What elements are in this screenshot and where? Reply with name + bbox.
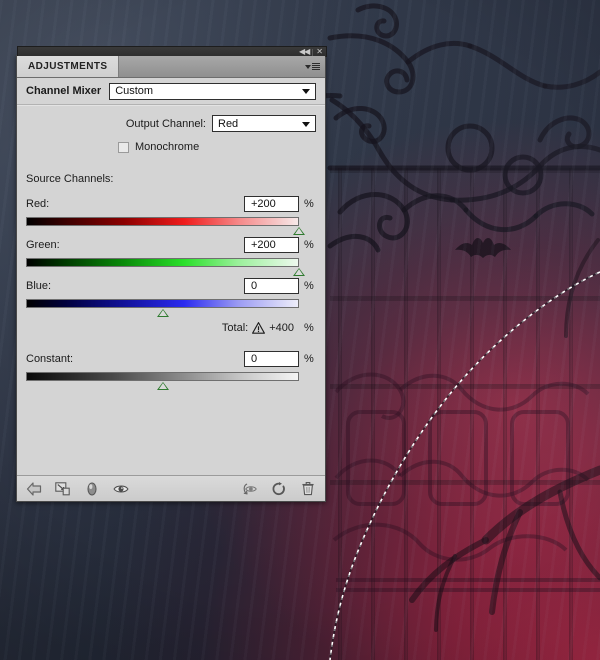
clip-to-layer-icon[interactable] (55, 481, 71, 497)
constant-unit: % (304, 353, 314, 365)
chevron-down-icon (305, 64, 311, 69)
total-row: Total: +400 % (26, 322, 316, 334)
channel-green-slider-thumb[interactable] (292, 268, 305, 277)
warning-triangle-icon (252, 322, 266, 334)
tab-adjustments-label: ADJUSTMENTS (28, 61, 108, 72)
channel-blue: Blue: 0 % (26, 278, 316, 317)
chevron-down-icon (302, 89, 310, 94)
chevron-down-icon (302, 121, 310, 127)
channel-green: Green: +200 % (26, 237, 316, 276)
channel-blue-input[interactable]: 0 (244, 278, 299, 294)
delete-adjustment-icon[interactable] (300, 481, 316, 497)
source-channels-label: Source Channels: (26, 173, 114, 185)
output-channel-label: Output Channel: (125, 117, 206, 130)
total-label: Total: (221, 322, 249, 334)
preset-row: Channel Mixer Custom (17, 78, 325, 105)
channel-blue-unit: % (304, 280, 314, 292)
constant-channel: Constant: 0 % (26, 351, 316, 390)
view-previous-state-icon[interactable] (242, 481, 258, 497)
constant-label: Constant: (26, 353, 74, 365)
monochrome-checkbox[interactable] (118, 141, 129, 153)
channel-green-input[interactable]: +200 (244, 237, 299, 253)
constant-slider-track[interactable] (26, 372, 299, 390)
channel-blue-value: 0 (251, 280, 258, 292)
adjustment-title: Channel Mixer (26, 85, 102, 97)
constant-input[interactable]: 0 (244, 351, 299, 367)
titlebar-divider (312, 48, 314, 56)
constant-slider-thumb[interactable] (157, 382, 170, 391)
total-value: +400 (269, 322, 294, 334)
tab-adjustments[interactable]: ADJUSTMENTS (17, 56, 120, 77)
panel-footer-toolbar (17, 475, 325, 501)
channel-green-unit: % (304, 239, 314, 251)
toggle-mask-icon[interactable] (84, 481, 100, 497)
channel-green-value: +200 (251, 239, 276, 251)
channel-red-slider-track[interactable] (26, 217, 305, 235)
return-to-adjustment-list-icon[interactable] (26, 481, 42, 497)
panel-tabstrip: ADJUSTMENTS (17, 56, 325, 78)
preset-select[interactable]: Custom (109, 82, 316, 100)
output-channel-value: Red (218, 117, 239, 130)
output-channel-row: Output Channel: Red (26, 115, 316, 132)
output-channel-select[interactable]: Red (212, 115, 316, 132)
channel-red-value: +200 (251, 198, 276, 210)
monochrome-row[interactable]: Monochrome (26, 141, 316, 153)
channel-red-slider-thumb[interactable] (292, 227, 305, 236)
panel-menu-icon[interactable] (305, 61, 321, 72)
channel-red-label: Red: (26, 198, 50, 210)
channel-blue-label: Blue: (26, 280, 52, 292)
screenshot-root: ◀◀ ✕ ADJUSTMENTS Channel Mixer Custom Ou… (0, 0, 600, 660)
adjustments-panel: ◀◀ ✕ ADJUSTMENTS Channel Mixer Custom Ou… (16, 46, 327, 502)
menu-lines-icon (312, 63, 320, 70)
reset-adjustment-icon[interactable] (271, 481, 287, 497)
constant-value: 0 (251, 353, 258, 365)
channel-blue-slider-thumb[interactable] (157, 309, 170, 318)
channel-red-unit: % (304, 198, 314, 210)
preset-select-value: Custom (115, 85, 154, 97)
channel-red: Red: +200 % (26, 196, 316, 235)
total-unit: % (304, 322, 314, 334)
monochrome-label: Monochrome (135, 141, 200, 153)
channel-red-input[interactable]: +200 (244, 196, 299, 212)
toggle-layer-visibility-icon[interactable] (113, 481, 129, 497)
close-icon[interactable]: ✕ (316, 48, 323, 56)
panel-body: Output Channel: Red Monochrome Source Ch… (17, 115, 325, 390)
collapse-to-icons-button[interactable]: ◀◀ (299, 48, 310, 56)
channel-green-label: Green: (26, 239, 60, 251)
channel-blue-slider-track[interactable] (26, 299, 299, 317)
channel-green-slider-track[interactable] (26, 258, 305, 276)
